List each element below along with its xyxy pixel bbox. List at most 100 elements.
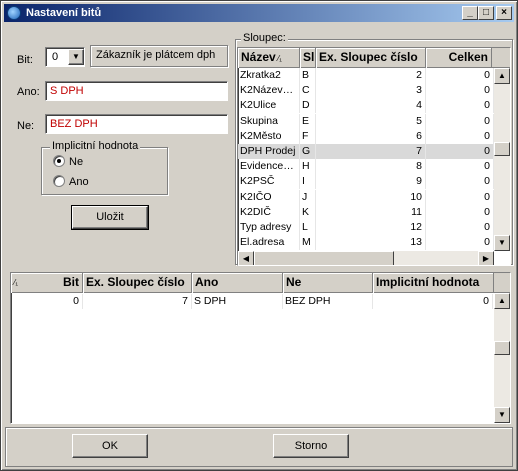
table-cell-num: 8 bbox=[316, 159, 426, 175]
column-group-title: Sloupec: bbox=[241, 32, 288, 44]
scroll-thumb[interactable] bbox=[494, 142, 510, 156]
table-cell-num: 7 bbox=[316, 144, 426, 159]
table-cell-total: 0 bbox=[426, 144, 494, 159]
table-cell-name: Zkratka2 bbox=[238, 68, 300, 83]
bits-header-ano[interactable]: Ano bbox=[192, 273, 283, 293]
table-cell-name: K2PSČ bbox=[238, 174, 300, 190]
table-row[interactable]: Zkratka2 B 2 0 bbox=[238, 68, 494, 83]
close-button[interactable]: × bbox=[496, 6, 512, 20]
bits-header-default[interactable]: Implicitní hodnota bbox=[373, 273, 494, 293]
bits-header-ne[interactable]: Ne bbox=[283, 273, 373, 293]
column-table-vscrollbar[interactable]: ▲ ▼ bbox=[494, 68, 510, 251]
table-cell-total: 0 bbox=[426, 220, 494, 235]
table-row[interactable]: Evidence… H 8 0 bbox=[238, 159, 494, 175]
scroll-down-icon[interactable]: ▼ bbox=[494, 407, 510, 423]
ano-input[interactable]: S DPH bbox=[45, 81, 228, 101]
scroll-up-icon[interactable]: ▲ bbox=[494, 68, 510, 84]
table-cell-total: 0 bbox=[426, 235, 494, 251]
radio-ano-label[interactable]: Ano bbox=[69, 176, 89, 188]
bits-header-bit[interactable]: ⁄₁ Bit bbox=[11, 273, 83, 293]
col-header-total[interactable]: Celken bbox=[426, 48, 492, 68]
column-table-body: Zkratka2 B 2 0 K2Název… C 3 0 K2Ulice D 4 0 Skupina E… bbox=[238, 68, 494, 252]
scroll-left-icon[interactable]: ◀ bbox=[238, 251, 254, 265]
column-table[interactable]: Název ⁄₁ Sl Ex. Sloupec číslo Celken Zkr… bbox=[237, 47, 511, 266]
table-cell-ano: S DPH bbox=[192, 294, 283, 309]
maximize-button[interactable]: □ bbox=[478, 6, 494, 20]
table-row[interactable]: K2IČO J 10 0 bbox=[238, 189, 494, 205]
save-button[interactable]: Uložit bbox=[71, 205, 149, 230]
scroll-right-icon[interactable]: ▶ bbox=[478, 251, 494, 265]
table-row[interactable]: K2DIČ K 11 0 bbox=[238, 204, 494, 220]
radio-ne-label[interactable]: Ne bbox=[69, 156, 83, 168]
radio-ne[interactable] bbox=[53, 155, 65, 167]
table-cell-col: M bbox=[300, 235, 316, 251]
bits-table[interactable]: ⁄₁ Bit Ex. Sloupec číslo Ano Ne Implicitn… bbox=[10, 272, 511, 424]
table-cell-col: L bbox=[300, 220, 316, 235]
table-row[interactable]: 07S DPH BEZ DPH 0 bbox=[11, 294, 493, 309]
table-cell-col: C bbox=[300, 83, 316, 99]
ok-button[interactable]: OK bbox=[72, 434, 148, 458]
ne-label: Ne: bbox=[17, 120, 35, 132]
table-cell-num: 3 bbox=[316, 83, 426, 99]
table-row[interactable]: K2Město F 6 0 bbox=[238, 128, 494, 144]
table-cell-total: 0 bbox=[426, 128, 494, 144]
table-cell-ne: BEZ DPH bbox=[283, 294, 373, 309]
table-cell-col: J bbox=[300, 189, 316, 205]
cancel-button[interactable]: Storno bbox=[273, 434, 349, 458]
title-bar[interactable]: Nastavení bitů _ □ × bbox=[4, 4, 514, 22]
table-row[interactable]: El.adresa M 13 0 bbox=[238, 235, 494, 251]
table-cell-name: Evidence… bbox=[238, 159, 300, 175]
bits-header-ex-col[interactable]: Ex. Sloupec číslo bbox=[83, 273, 192, 293]
scroll-down-icon[interactable]: ▼ bbox=[494, 235, 510, 251]
app-globe-icon bbox=[7, 6, 21, 20]
table-cell-col: F bbox=[300, 128, 316, 144]
column-table-hscrollbar[interactable]: ◀ ▶ bbox=[238, 251, 494, 265]
table-cell-name: Typ adresy bbox=[238, 220, 300, 235]
table-cell-col: G bbox=[300, 144, 316, 159]
table-cell-col: D bbox=[300, 98, 316, 114]
table-cell-name: K2DIČ bbox=[238, 204, 300, 220]
scroll-thumb[interactable] bbox=[494, 341, 510, 355]
table-cell-col: H bbox=[300, 159, 316, 175]
table-cell-col: K bbox=[300, 204, 316, 220]
sort-ascending-icon: ⁄₁ bbox=[275, 54, 282, 63]
table-cell-name: K2Název… bbox=[238, 83, 300, 99]
table-cell-col: B bbox=[300, 68, 316, 83]
ano-label: Ano: bbox=[17, 86, 40, 98]
table-row[interactable]: K2Ulice D 4 0 bbox=[238, 98, 494, 114]
table-cell-total: 0 bbox=[426, 174, 494, 190]
table-cell-col: E bbox=[300, 113, 316, 129]
bits-table-vscrollbar[interactable]: ▲ ▼ bbox=[494, 293, 510, 423]
column-table-header: Název ⁄₁ Sl Ex. Sloupec číslo Celken bbox=[238, 48, 510, 68]
scroll-up-icon[interactable]: ▲ bbox=[494, 293, 510, 309]
table-cell-total: 0 bbox=[426, 98, 494, 114]
default-value-group-title: Implicitní hodnota bbox=[50, 140, 141, 152]
col-header-sl[interactable]: Sl bbox=[300, 48, 316, 68]
minimize-icon: _ bbox=[467, 7, 473, 18]
table-cell-num: 9 bbox=[316, 174, 426, 190]
table-row[interactable]: Skupina E 5 0 bbox=[238, 113, 494, 129]
ne-input[interactable]: BEZ DPH bbox=[45, 114, 228, 134]
table-cell-num: 12 bbox=[316, 220, 426, 235]
table-row[interactable]: DPH Prodej G 7 0 bbox=[238, 144, 494, 159]
bits-table-header: ⁄₁ Bit Ex. Sloupec číslo Ano Ne Implicitn… bbox=[11, 273, 510, 293]
table-cell-num: 5 bbox=[316, 113, 426, 129]
table-row[interactable]: Typ adresy L 12 0 bbox=[238, 220, 494, 235]
table-cell-num: 10 bbox=[316, 189, 426, 205]
window-title: Nastavení bitů bbox=[26, 7, 102, 19]
table-cell-default: 0 bbox=[373, 294, 493, 309]
table-row[interactable]: K2PSČ I 9 0 bbox=[238, 174, 494, 190]
chevron-down-icon[interactable]: ▼ bbox=[68, 49, 84, 65]
radio-ano[interactable] bbox=[53, 175, 65, 187]
table-row[interactable]: K2Název… C 3 0 bbox=[238, 83, 494, 99]
maximize-icon: □ bbox=[482, 7, 490, 18]
col-header-ex-col[interactable]: Ex. Sloupec číslo bbox=[316, 48, 426, 68]
hscroll-thumb[interactable] bbox=[254, 251, 394, 265]
col-header-name[interactable]: Název ⁄₁ bbox=[238, 48, 300, 68]
table-cell-name: K2IČO bbox=[238, 189, 300, 205]
table-cell-total: 0 bbox=[426, 113, 494, 129]
table-cell-col: I bbox=[300, 174, 316, 190]
minimize-button[interactable]: _ bbox=[462, 6, 478, 20]
table-cell-name: Skupina bbox=[238, 113, 300, 129]
bit-select[interactable]: 0 ▼ bbox=[45, 47, 85, 67]
